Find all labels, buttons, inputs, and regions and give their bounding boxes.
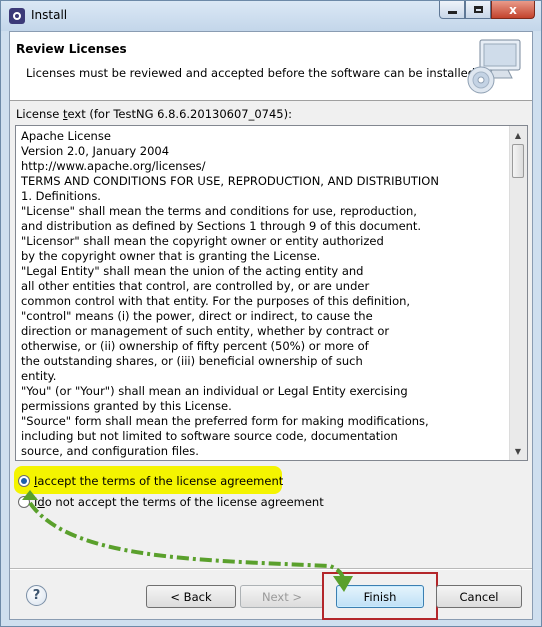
label-part: License [16, 107, 64, 121]
license-line: "Source" form shall mean the preferred f… [21, 414, 429, 428]
license-line: "License" shall mean the terms and condi… [21, 204, 417, 218]
license-line: Apache License [21, 129, 111, 143]
license-line: "control" means (i) the power, direct or… [21, 309, 373, 323]
license-line: common control with that entity. For the… [21, 294, 411, 308]
vertical-scrollbar[interactable]: ▲ ▼ [509, 126, 527, 460]
install-computer-icon [467, 39, 521, 94]
decline-label: o not accept the terms of the license ag… [44, 495, 324, 509]
license-line: "Legal Entity" shall mean the union of t… [21, 264, 364, 278]
license-line: entity. [21, 369, 57, 383]
license-line: permissions granted by this License. [21, 399, 232, 413]
license-line: including but not limited to software so… [21, 429, 398, 443]
license-line: direction or management of such entity, … [21, 324, 390, 338]
install-window: Install x Review Licenses Licenses must … [0, 0, 542, 627]
button-bar-separator [10, 568, 532, 570]
close-icon: x [509, 2, 517, 17]
license-line: http://www.apache.org/licenses/ [21, 159, 206, 173]
back-button[interactable]: < Back [146, 585, 236, 608]
help-button[interactable]: ? [26, 585, 47, 606]
accept-label: accept the terms of the license agreemen… [37, 474, 284, 488]
license-line: by the copyright owner that is granting … [21, 249, 321, 263]
license-line: TERMS AND CONDITIONS FOR USE, REPRODUCTI… [21, 174, 439, 188]
finish-button[interactable]: Finish [336, 585, 424, 608]
decline-radio-option[interactable]: I do not accept the terms of the license… [18, 495, 324, 509]
license-line: "You" (or "Your") shall mean an individu… [21, 384, 408, 398]
minimize-icon [447, 11, 457, 14]
license-text: Apache License Version 2.0, January 2004 h… [21, 129, 511, 459]
decline-mnemonic: d [37, 495, 45, 509]
close-button[interactable]: x [491, 1, 535, 19]
maximize-icon [473, 6, 483, 13]
page-description: Licenses must be reviewed and accepted b… [26, 66, 479, 80]
license-line: and distribution as defined by Sections … [21, 219, 422, 233]
next-button[interactable]: Next > [240, 585, 324, 608]
scroll-up-icon[interactable]: ▲ [512, 129, 524, 141]
license-line: 1. Definitions. [21, 189, 101, 203]
decline-radio-button[interactable] [18, 496, 30, 508]
license-line: source, and configuration files. [21, 444, 199, 458]
window-title: Install [31, 8, 68, 22]
scrollbar-thumb[interactable] [512, 144, 524, 178]
license-line: all other entities that control, are con… [21, 279, 370, 293]
accept-radio-button[interactable] [18, 475, 30, 487]
label-part: ext (for TestNG 6.8.6.20130607_0745): [67, 107, 292, 121]
license-line: otherwise, or (ii) ownership of fifty pe… [21, 339, 369, 353]
license-line: Version 2.0, January 2004 [21, 144, 170, 158]
maximize-button[interactable] [465, 1, 491, 19]
minimize-button[interactable] [439, 1, 465, 19]
dialog-body: Review Licenses Licenses must be reviewe… [9, 31, 533, 620]
license-line: "Licensor" shall mean the copyright owne… [21, 234, 384, 248]
title-bar[interactable]: Install x [1, 1, 541, 31]
eclipse-icon [9, 8, 25, 24]
license-text-label: License text (for TestNG 6.8.6.20130607_… [16, 107, 292, 121]
license-line: the outstanding shares, or (iii) benefic… [21, 354, 363, 368]
page-title: Review Licenses [16, 42, 127, 56]
wizard-header: Review Licenses Licenses must be reviewe… [10, 32, 532, 101]
cancel-button[interactable]: Cancel [436, 585, 522, 608]
license-text-area[interactable]: Apache License Version 2.0, January 2004 h… [15, 125, 528, 461]
window-controls: x [439, 1, 535, 21]
scroll-down-icon[interactable]: ▼ [512, 445, 524, 457]
accept-radio-option[interactable]: I accept the terms of the license agreem… [18, 474, 283, 488]
